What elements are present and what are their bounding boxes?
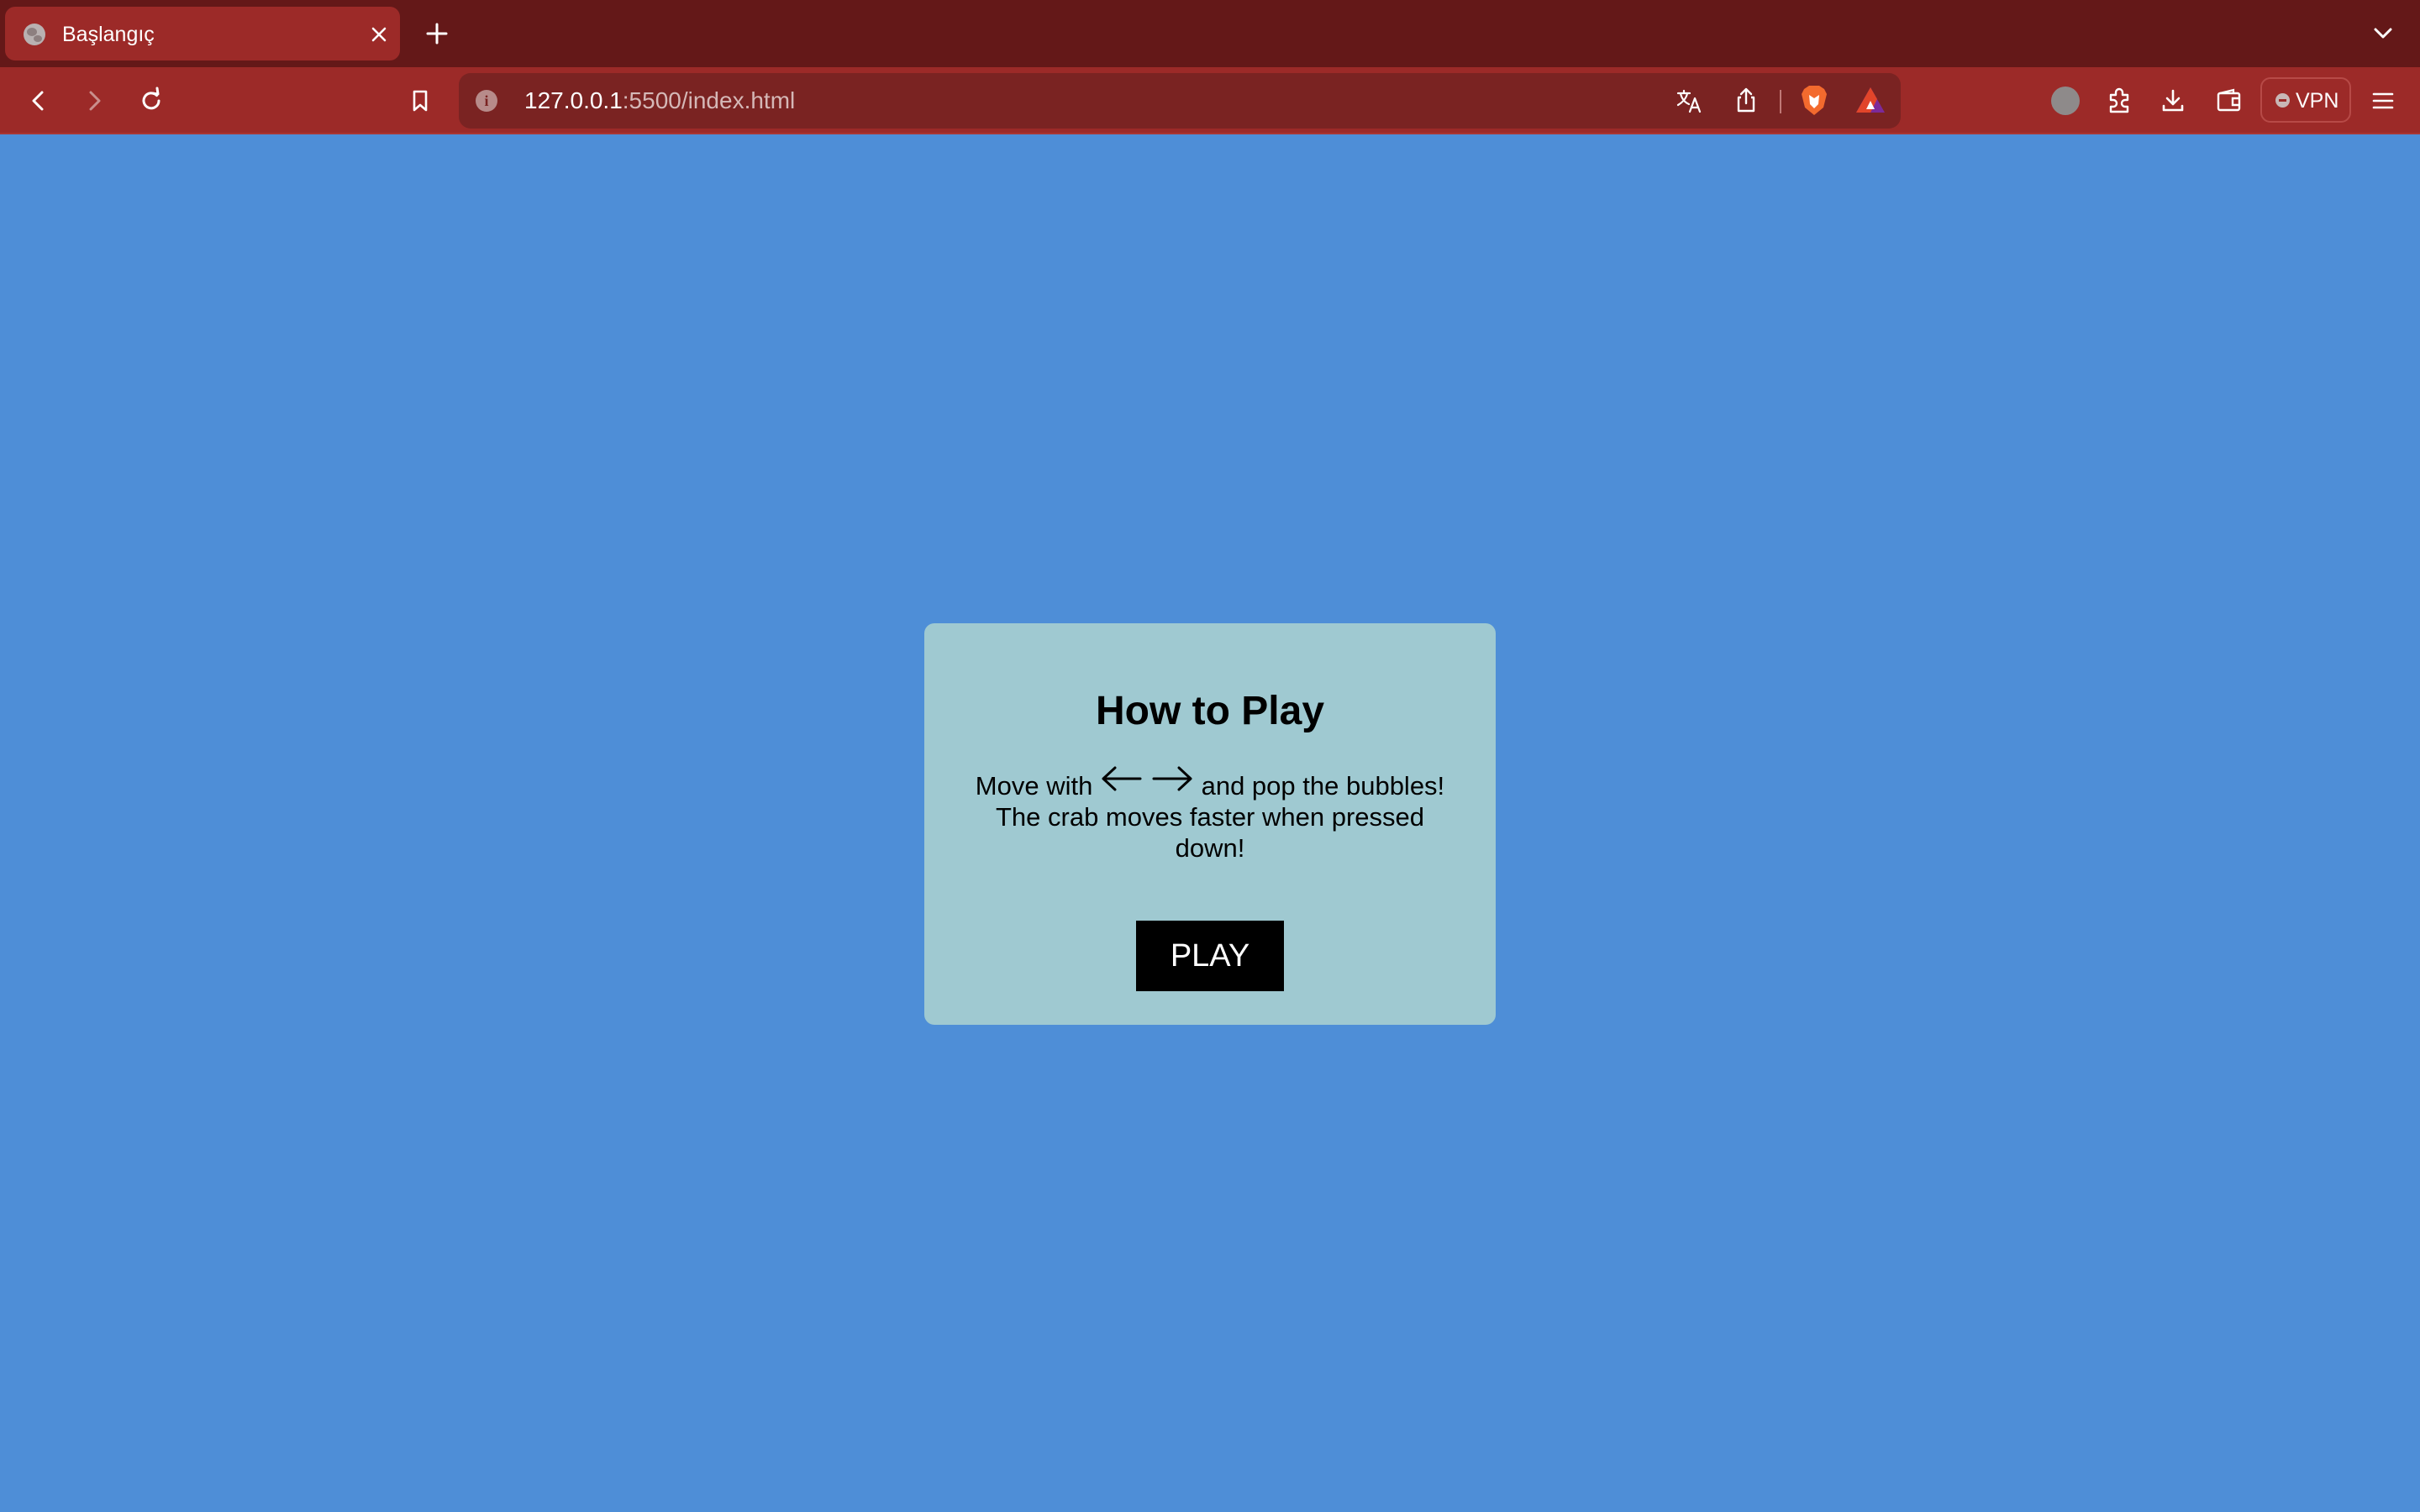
extensions-icon xyxy=(2109,87,2129,113)
reload-button[interactable] xyxy=(133,82,170,119)
url-host: 127.0.0.1 xyxy=(524,87,623,113)
tab-title: Başlangıç xyxy=(62,23,155,46)
instructions-prefix: Move with xyxy=(975,771,1093,801)
info-icon[interactable]: i xyxy=(476,90,497,112)
reload-icon xyxy=(142,87,160,110)
url-path: :5500/index.html xyxy=(622,87,796,113)
download-icon xyxy=(2162,89,2184,112)
address-bar[interactable]: i 127.0.0.1:5500/index.html xyxy=(459,73,1901,129)
wallet-icon xyxy=(2217,88,2241,112)
extensions-button[interactable] xyxy=(2101,82,2138,119)
play-button[interactable]: PLAY xyxy=(1136,921,1284,991)
instructions-text: Move with and pop the bubbles! The crab … xyxy=(958,763,1462,864)
arrow-keys-icon xyxy=(1102,766,1192,791)
chevron-down-icon[interactable] xyxy=(2368,18,2398,49)
share-icon[interactable] xyxy=(1731,86,1761,116)
translate-icon[interactable] xyxy=(1674,86,1704,116)
tab-strip: Başlangıç xyxy=(0,0,2420,67)
close-icon[interactable] xyxy=(366,22,392,47)
page-title: How to Play xyxy=(1095,689,1325,733)
url-divider xyxy=(1780,90,1781,113)
forward-button[interactable] xyxy=(76,82,113,119)
vpn-label: VPN xyxy=(2296,89,2339,113)
downloads-button[interactable] xyxy=(2154,82,2191,119)
speedreader-button[interactable] xyxy=(2047,82,2084,119)
brave-rewards-icon[interactable] xyxy=(1854,85,1887,117)
browser-toolbar: i 127.0.0.1:5500/index.html VPN xyxy=(0,67,2420,134)
bookmark-icon xyxy=(413,90,428,112)
bookmark-button[interactable] xyxy=(402,82,439,119)
back-icon xyxy=(32,91,44,111)
speedreader-icon xyxy=(2051,87,2080,115)
forward-icon xyxy=(89,91,101,111)
menu-button[interactable] xyxy=(2365,82,2402,119)
url-text[interactable]: 127.0.0.1:5500/index.html xyxy=(524,87,795,114)
vpn-status-icon xyxy=(2275,93,2290,108)
plus-icon[interactable] xyxy=(422,18,452,49)
menu-icon xyxy=(2372,92,2394,109)
brave-shields-icon[interactable] xyxy=(1798,84,1830,118)
globe-icon xyxy=(24,24,45,45)
browser-tab[interactable]: Başlangıç xyxy=(5,7,400,60)
vpn-button[interactable]: VPN xyxy=(2260,77,2351,123)
back-button[interactable] xyxy=(20,82,57,119)
wallet-button[interactable] xyxy=(2210,82,2247,119)
